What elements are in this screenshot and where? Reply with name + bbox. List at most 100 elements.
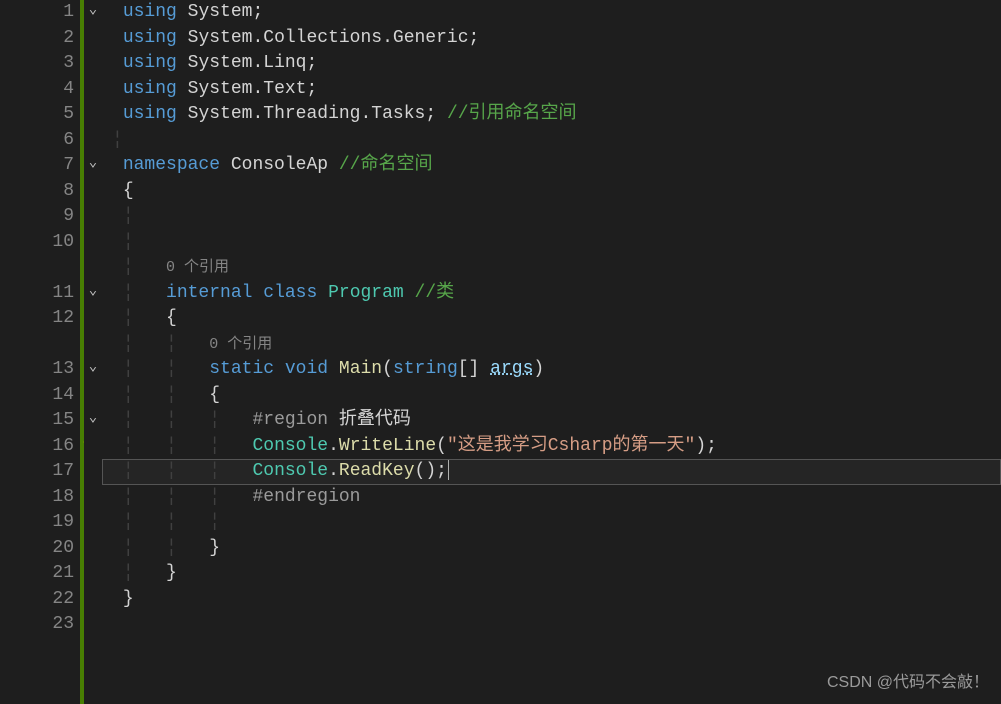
- type: string: [393, 359, 458, 379]
- chevron-down-icon[interactable]: ⌄: [84, 409, 102, 426]
- line-number: 13: [0, 357, 74, 383]
- code-line[interactable]: ¦ ¦ ¦ #endregion: [102, 485, 1001, 511]
- identifier: System: [188, 79, 253, 99]
- text-cursor: [448, 460, 449, 480]
- codelens[interactable]: ¦ 0 个引用: [102, 255, 1001, 281]
- identifier: Threading: [263, 104, 360, 124]
- keyword: namespace: [123, 155, 220, 175]
- keyword: using: [123, 53, 177, 73]
- line-number: 10: [0, 230, 74, 256]
- line-number: 23: [0, 612, 74, 638]
- watermark: CSDN @代码不会敲！: [827, 668, 989, 692]
- punct: (: [382, 359, 393, 379]
- line-number: 3: [0, 51, 74, 77]
- line-number: 14: [0, 383, 74, 409]
- punct: []: [458, 359, 480, 379]
- fold-column: ⌄ ⌄ ⌄ ⌄ ⌄: [84, 0, 102, 704]
- line-number: 8: [0, 179, 74, 205]
- line-number: 21: [0, 561, 74, 587]
- punct: ): [695, 436, 706, 456]
- punct: ;: [252, 2, 263, 22]
- code-line[interactable]: {: [102, 179, 1001, 205]
- identifier: Collections: [263, 28, 382, 48]
- code-line[interactable]: }: [102, 587, 1001, 613]
- punct: .: [360, 104, 371, 124]
- code-line[interactable]: [102, 612, 1001, 638]
- code-line[interactable]: namespace ConsoleAp //命名空间: [102, 153, 1001, 179]
- code-line[interactable]: ¦ {: [102, 306, 1001, 332]
- line-number: 2: [0, 26, 74, 52]
- identifier: System: [188, 53, 253, 73]
- line-number: 18: [0, 485, 74, 511]
- punct: ;: [469, 28, 480, 48]
- punct: .: [252, 79, 263, 99]
- line-number: 22: [0, 587, 74, 613]
- codelens[interactable]: ¦ ¦ 0 个引用: [102, 332, 1001, 358]
- region-directive: #region: [252, 410, 328, 430]
- code-line[interactable]: ¦ ¦ ¦ Console.ReadKey();: [102, 459, 1001, 485]
- line-number: 19: [0, 510, 74, 536]
- keyword: using: [123, 104, 177, 124]
- identifier: Generic: [393, 28, 469, 48]
- brace: }: [123, 589, 134, 609]
- string-literal: "这是我学习Csharp的第一天": [447, 436, 695, 456]
- code-line[interactable]: ¦: [102, 128, 1001, 154]
- code-line[interactable]: ¦ ¦ }: [102, 536, 1001, 562]
- code-line[interactable]: ¦ }: [102, 561, 1001, 587]
- punct: .: [252, 104, 263, 124]
- endregion-directive: #endregion: [252, 487, 360, 507]
- identifier: System: [188, 28, 253, 48]
- chevron-down-icon[interactable]: ⌄: [84, 1, 102, 18]
- line-number: 20: [0, 536, 74, 562]
- punct: ): [425, 461, 436, 481]
- line-number: 4: [0, 77, 74, 103]
- chevron-down-icon[interactable]: ⌄: [84, 154, 102, 171]
- code-line[interactable]: ¦: [102, 204, 1001, 230]
- references-count[interactable]: 0 个引用: [166, 259, 229, 276]
- code-line[interactable]: using System.Collections.Generic;: [102, 26, 1001, 52]
- identifier: System: [188, 2, 253, 22]
- punct: .: [328, 436, 339, 456]
- code-line[interactable]: ¦: [102, 230, 1001, 256]
- identifier: System: [188, 104, 253, 124]
- code-line[interactable]: using System.Threading.Tasks; //引用命名空间: [102, 102, 1001, 128]
- class-name: Console: [252, 461, 328, 481]
- line-number: 12: [0, 306, 74, 332]
- code-line[interactable]: using System;: [102, 0, 1001, 26]
- line-number-gutter: 1 2 3 4 5 6 7 8 9 10 11 12 13 14 15 16 1…: [0, 0, 80, 704]
- keyword: void: [285, 359, 328, 379]
- brace: {: [123, 181, 134, 201]
- line-number: 15: [0, 408, 74, 434]
- keyword: using: [123, 79, 177, 99]
- line-number: 11: [0, 281, 74, 307]
- code-line[interactable]: using System.Linq;: [102, 51, 1001, 77]
- punct: (: [436, 436, 447, 456]
- comment: //类: [415, 283, 455, 303]
- keyword: static: [209, 359, 274, 379]
- code-line[interactable]: ¦ internal class Program //类: [102, 281, 1001, 307]
- code-line[interactable]: ¦ ¦ static void Main(string[] args): [102, 357, 1001, 383]
- code-editor: 1 2 3 4 5 6 7 8 9 10 11 12 13 14 15 16 1…: [0, 0, 1001, 704]
- chevron-down-icon[interactable]: ⌄: [84, 358, 102, 375]
- code-line[interactable]: ¦ ¦ ¦ Console.WriteLine("这是我学习Csharp的第一天…: [102, 434, 1001, 460]
- code-content[interactable]: using System; using System.Collections.G…: [102, 0, 1001, 704]
- punct: ): [533, 359, 544, 379]
- punct: .: [252, 53, 263, 73]
- identifier: Linq: [263, 53, 306, 73]
- code-line[interactable]: using System.Text;: [102, 77, 1001, 103]
- method-name: Main: [339, 359, 382, 379]
- references-count[interactable]: 0 个引用: [209, 336, 272, 353]
- line-number: 16: [0, 434, 74, 460]
- punct: (: [415, 461, 426, 481]
- code-line[interactable]: ¦ ¦ {: [102, 383, 1001, 409]
- punct: ;: [706, 436, 717, 456]
- line-number: 1: [0, 0, 74, 26]
- parameter: args: [490, 359, 533, 379]
- keyword: using: [123, 2, 177, 22]
- class-name: Program: [328, 283, 404, 303]
- region-name: 折叠代码: [339, 410, 411, 430]
- chevron-down-icon[interactable]: ⌄: [84, 282, 102, 299]
- code-line[interactable]: ¦ ¦ ¦ #region 折叠代码: [102, 408, 1001, 434]
- method-name: WriteLine: [339, 436, 436, 456]
- code-line[interactable]: ¦ ¦ ¦: [102, 510, 1001, 536]
